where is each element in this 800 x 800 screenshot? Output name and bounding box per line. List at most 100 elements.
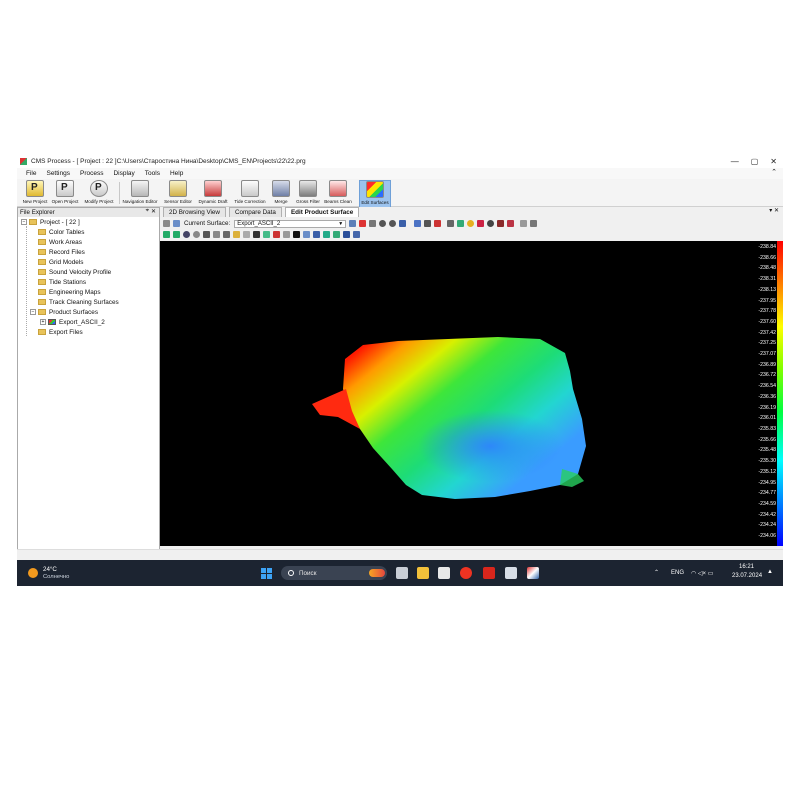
select-area-icon[interactable] [303,231,310,238]
close-button[interactable]: ✕ [770,157,777,166]
menu-help[interactable]: Help [170,170,183,177]
adjust-icon[interactable] [223,231,230,238]
modify-project-button[interactable]: P Modify Project [82,180,116,206]
weather-temperature[interactable]: 24°C [43,566,57,573]
notepad-app-icon[interactable] [505,567,517,579]
tree-item-engineering-maps[interactable]: Engineering Maps [38,287,101,297]
gross-filter-button[interactable]: Gross Filter [294,180,322,206]
pin-icon[interactable]: ⌖ [146,208,149,215]
tree-item-product-surfaces[interactable]: − Product Surfaces [30,307,98,317]
cms-process-app-icon[interactable] [527,567,539,579]
dynamic-draft-button[interactable]: Dynamic Draft [196,180,230,206]
redo-icon[interactable] [389,220,397,227]
edit-surfaces-button[interactable]: Edit Surfaces [359,180,391,208]
open-project-button[interactable]: P Open Project [50,180,80,206]
windows-start-icon[interactable] [261,568,272,579]
square-icon[interactable] [497,220,505,227]
check-icon[interactable] [313,231,320,238]
marker-icon[interactable] [477,220,485,227]
calendar-app-icon[interactable] [438,567,450,579]
tide-correction-button[interactable]: Tide Correction [232,180,268,206]
tree-item-sound-velocity-profile[interactable]: Sound Velocity Profile [38,267,111,277]
view-2d-icon[interactable] [163,220,170,227]
pencil-icon[interactable] [233,231,240,238]
arrow-icon[interactable] [293,231,300,238]
tree-item-work-areas[interactable]: Work Areas [38,237,82,247]
delete-icon[interactable] [359,220,367,227]
clock-time[interactable]: 16:21 [739,564,754,570]
clock-date[interactable]: 23.07.2024 [732,573,762,579]
table-icon[interactable] [343,231,350,238]
bathymetry-surface[interactable] [160,241,783,546]
tree-root[interactable]: − Project - [ 22 ] [21,217,80,227]
weather-description[interactable]: Солнечно [43,574,69,580]
camera-icon[interactable] [253,231,260,238]
menu-process[interactable]: Process [80,170,103,177]
tab-2d-browsing-view[interactable]: 2D Browsing View [163,207,226,217]
tab-edit-product-surface[interactable]: Edit Product Surface [284,207,360,217]
grid-icon[interactable] [507,220,515,227]
color-wheel-icon[interactable] [467,220,475,227]
tray-status-icons[interactable]: ◠ ◁× ▭ [691,570,713,577]
cut-icon[interactable] [369,220,377,227]
rotate-icon[interactable] [193,231,200,238]
notification-bell-icon[interactable]: ▲ [767,569,773,575]
new-project-button[interactable]: P New Project [21,180,49,206]
close-explorer-icon[interactable]: ✕ [151,208,156,215]
image-icon[interactable] [353,231,360,238]
current-surface-select[interactable]: Export_ASCII_2 ▼ [234,219,347,228]
view-3d-icon[interactable] [173,220,180,227]
erase-icon[interactable] [273,231,280,238]
menu-file[interactable]: File [26,170,36,177]
tag-icon[interactable] [333,231,340,238]
sensor-editor-button[interactable]: Sensor Editor [161,180,195,206]
tree-item-track-cleaning-surfaces[interactable]: Track Cleaning Surfaces [38,297,119,307]
collapse-icon[interactable]: − [21,219,27,225]
menu-display[interactable]: Display [113,170,134,177]
language-indicator[interactable]: ENG [671,570,684,576]
menu-tools[interactable]: Tools [145,170,160,177]
move-icon[interactable] [243,231,250,238]
tab-controls[interactable]: ▾ ✕ [769,207,779,214]
paint-icon[interactable] [457,220,465,227]
refresh-icon[interactable] [323,231,330,238]
circle-icon[interactable] [487,220,495,227]
move-up-icon[interactable] [163,231,170,238]
tray-overflow-icon[interactable]: ⌃ [654,569,659,576]
tree-item-tide-stations[interactable]: Tide Stations [38,277,86,287]
collapse-ribbon-button[interactable]: ⌃ [771,168,777,176]
select-icon[interactable] [263,231,270,238]
yandex-browser-icon[interactable] [460,567,472,579]
task-view-icon[interactable] [396,567,408,579]
zoom-icon[interactable] [183,231,190,238]
undo-icon[interactable] [379,220,387,227]
surface-3d-viewport[interactable]: -238.84 -238.66 -238.48 -238.31 -238.13 … [160,241,783,546]
pointer-icon[interactable] [283,231,290,238]
file-explorer-app-icon[interactable] [417,567,429,579]
layout-icon[interactable] [530,220,538,227]
floppy-icon[interactable] [399,220,407,227]
pdf-reader-icon[interactable] [483,567,495,579]
sun-icon[interactable] [28,568,38,578]
menu-settings[interactable]: Settings [46,170,70,177]
tree-item-export-files[interactable]: Export Files [38,327,83,337]
move-down-icon[interactable] [173,231,180,238]
tree-item-record-files[interactable]: Record Files [38,247,85,257]
minimize-button[interactable]: — [731,157,739,166]
tree-item-export-ascii-2[interactable]: + Export_ASCII_2 [40,317,105,327]
window-icon[interactable] [520,220,528,227]
tree-item-color-tables[interactable]: Color Tables [38,227,84,237]
merge-button[interactable]: Merge [271,180,291,206]
expand-icon[interactable]: + [40,319,46,325]
chart-icon[interactable] [414,220,422,227]
collapse-icon[interactable]: − [30,309,36,315]
tilt-icon[interactable] [213,231,220,238]
brush-icon[interactable] [447,220,455,227]
save-icon[interactable] [349,220,357,227]
beams-clean-button[interactable]: Beams Clean [323,180,353,206]
tree-item-grid-models[interactable]: Grid Models [38,257,83,267]
navigation-editor-button[interactable]: Navigation Editor [121,180,159,206]
triangle-icon[interactable] [434,220,442,227]
pan-icon[interactable] [203,231,210,238]
filter-icon[interactable] [424,220,432,227]
